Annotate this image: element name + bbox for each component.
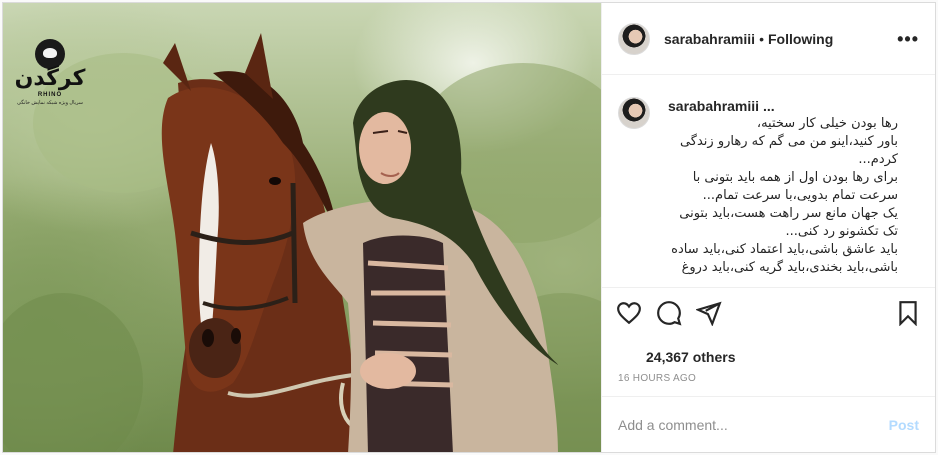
caption-line: کردم... (858, 152, 898, 167)
caption-line: باور کنید،اینو من می گم که رهارو زندگی (679, 134, 898, 149)
post-image[interactable]: کرگدن RHINO سریال ویژه شبکه نمایش خانگی (3, 3, 601, 452)
comment-input[interactable] (618, 416, 879, 433)
logo-subtitle: RHINO (37, 92, 63, 98)
caption-section: sarabahramiii ... رها بودن خیلی کار سختی… (602, 75, 935, 287)
heart-icon[interactable] (616, 300, 642, 326)
bookmark-icon[interactable] (895, 300, 921, 326)
caption-body: sarabahramiii ... رها بودن خیلی کار سختی… (668, 97, 919, 287)
logo-wordmark: کرگدن (14, 66, 86, 91)
logo-tagline: سریال ویژه شبکه نمایش خانگی (17, 100, 83, 106)
following-button[interactable]: Following (768, 31, 833, 47)
photo-scene (3, 33, 601, 452)
post-side-panel: sarabahramiii • Following ••• sarabahram… (601, 3, 935, 452)
avatar[interactable] (618, 22, 650, 55)
post-comment-button[interactable]: Post (889, 417, 919, 433)
caption-line: تک تکشونو رد کنی... (785, 224, 898, 239)
action-bar (602, 287, 935, 337)
separator-dot: • (759, 30, 764, 47)
caption-avatar[interactable] (618, 97, 650, 129)
rhino-logo-icon (35, 39, 65, 69)
caption-line: یک جهان مانع سر راهت هست،باید بتونی (679, 206, 898, 221)
post-header: sarabahramiii • Following ••• (602, 3, 935, 75)
caption-line: باید عاشق باشی،باید اعتماد کنی،باید ساده (671, 242, 898, 257)
comment-icon[interactable] (656, 300, 682, 326)
more-horizontal-icon[interactable]: ••• (897, 30, 919, 48)
caption-line: باشی،باید بخندی،باید گریه کنی،باید دروغ (681, 260, 898, 275)
caption-line: رها بودن خیلی کار سختیه، (756, 116, 898, 131)
header-username[interactable]: sarabahramiii (664, 31, 755, 47)
caption-username[interactable]: sarabahramiii ... (668, 97, 919, 115)
caption-line: سرعت تمام بدویی،با سرعت تمام... (702, 188, 898, 203)
likes-count[interactable]: 24,367 others (602, 337, 935, 365)
post-card: کرگدن RHINO سریال ویژه شبکه نمایش خانگی … (2, 2, 936, 453)
caption-line: برای رها بودن اول از همه باید بتونی با (692, 170, 898, 185)
rhino-logo: کرگدن RHINO سریال ویژه شبکه نمایش خانگی (13, 37, 87, 117)
post-timestamp[interactable]: 16 HOURS AGO (602, 365, 935, 384)
send-icon[interactable] (695, 300, 722, 327)
add-comment-bar: Post (602, 396, 935, 452)
